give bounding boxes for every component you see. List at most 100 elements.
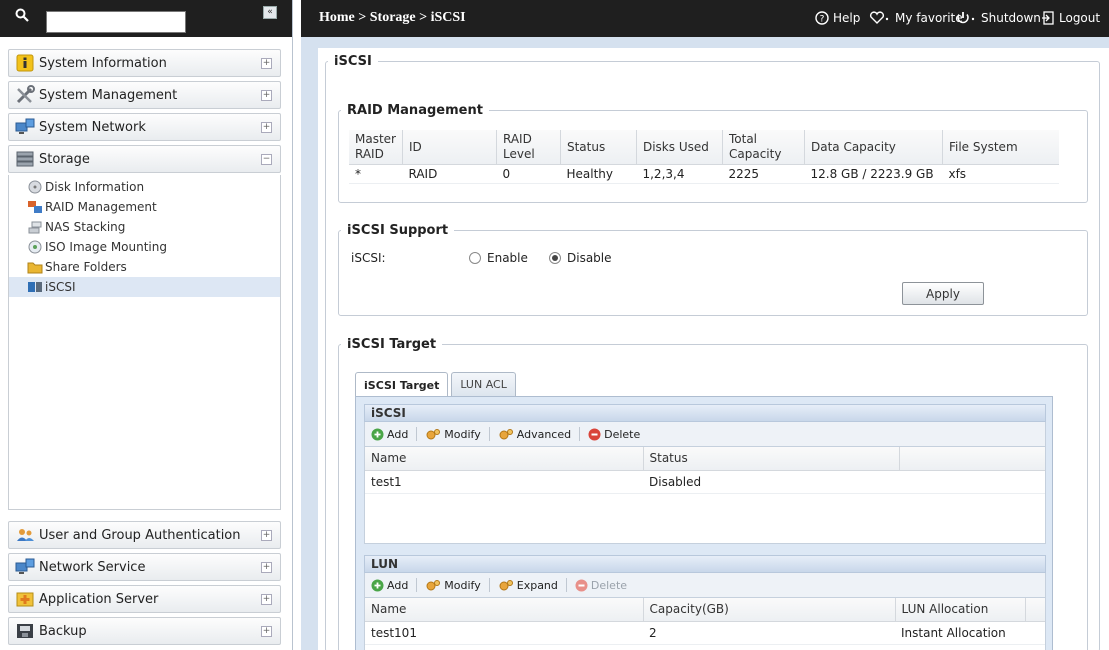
column-header[interactable]: Status [643,447,900,471]
search-input[interactable] [46,11,186,33]
sidebar-section-label: System Network [39,119,146,135]
sidebar-section-label: System Information [39,55,167,71]
sidebar-item-iscsi[interactable]: iSCSI [9,277,280,297]
sidebar-section-system-information[interactable]: System Information + [8,49,281,77]
table-cell: Healthy [560,164,637,184]
sidebar-section-label: Backup [39,623,87,639]
gear-icon [499,428,513,439]
expand-icon[interactable]: + [261,121,272,133]
sidebar-section-user-group-authentication[interactable]: User and Group Authentication + [8,521,281,549]
table-cell: RAID [402,164,497,184]
section-title: RAID Management [347,103,483,118]
delete-icon [588,428,601,440]
sidebar-item-raid-management[interactable]: RAID Management [9,197,280,217]
users-icon [17,529,34,541]
radio-label: Disable [567,251,612,265]
sidebar-section-label: Application Server [39,591,159,607]
add-lun-button[interactable]: Add [369,579,410,592]
table-cell: 1,2,3,4 [636,164,723,184]
column-header[interactable]: Status [560,130,637,165]
expand-icon[interactable]: + [261,529,272,541]
column-header[interactable]: Data Capacity [804,130,943,165]
expand-icon[interactable]: + [261,89,272,101]
help-link[interactable]: ? Help [815,11,860,25]
radio-selected-icon [549,252,561,264]
column-header[interactable]: Disks Used [636,130,723,165]
sidebar-item-disk-information[interactable]: Disk Information [9,177,280,197]
delete-target-button[interactable]: Delete [586,428,642,441]
modify-lun-button[interactable]: Modify [423,579,482,592]
add-target-button[interactable]: Add [369,428,410,441]
backup-icon [17,624,33,638]
expand-icon[interactable]: + [261,593,272,605]
table-cell: test101 [365,621,643,645]
expand-lun-button[interactable]: Expand [496,579,560,592]
column-header[interactable]: Master RAID [349,130,403,165]
tab-iscsi-target[interactable]: iSCSI Target [355,372,449,397]
table-cell: Instant Allocation [895,621,1025,645]
collapse-icon[interactable]: − [261,153,272,165]
column-header [899,447,1045,471]
apply-button[interactable]: Apply [902,282,984,305]
sidebar-section-storage[interactable]: Storage − [8,145,281,173]
collapse-sidebar-button[interactable]: « [263,6,277,19]
iscsi-target-section: iSCSI Target iSCSI Target LUN ACL iSCSI … [338,337,1088,650]
table-header-row: Name Status [365,447,1045,471]
sidebar-item-share-folders[interactable]: Share Folders [9,257,280,277]
shutdown-link[interactable]: Shutdown [955,11,1041,25]
delete-label: Delete [604,427,641,441]
sidebar-item-label: RAID Management [45,200,157,214]
main-area: iSCSI RAID Management Master RAID ID RAI… [301,37,1109,650]
sidebar-section-network-service[interactable]: Network Service + [8,553,281,581]
toolbar-separator [416,578,418,592]
iscsi-section: iSCSI RAID Management Master RAID ID RAI… [325,54,1100,650]
logout-link[interactable]: Logout [1041,11,1100,25]
sidebar-section-system-management[interactable]: System Management + [8,81,281,109]
column-header[interactable]: ID [402,130,497,165]
table-row[interactable]: test1 Disabled [365,470,1045,494]
sidebar-section-label: System Management [39,87,178,103]
tab-lun-acl[interactable]: LUN ACL [451,372,516,396]
enable-radio[interactable]: Enable [469,251,528,265]
expand-icon[interactable]: + [261,57,272,69]
column-header[interactable]: RAID Level [496,130,561,165]
search-icon[interactable] [15,8,29,22]
tools-icon [16,85,35,104]
section-title: iSCSI Support [347,223,449,238]
column-header[interactable]: LUN Allocation [895,598,1026,622]
shutdown-label: Shutdown [981,11,1041,25]
storage-icon [16,151,34,167]
column-header[interactable]: Name [365,447,644,471]
sidebar-section-system-network[interactable]: System Network + [8,113,281,141]
raid-table: Master RAID ID RAID Level Status Disks U… [349,130,1059,184]
disable-radio[interactable]: Disable [549,251,612,265]
delete-lun-button[interactable]: Delete [573,579,629,592]
table-row[interactable]: test101 2 Instant Allocation [365,621,1045,645]
sidebar-item-label: NAS Stacking [45,220,126,234]
expand-icon[interactable]: + [261,561,272,573]
help-icon: ? [815,11,829,25]
lun-toolbar: Add Modify Expand Delete [364,573,1046,597]
svg-text:?: ? [820,15,825,25]
expand-label: Expand [516,578,558,592]
expand-icon[interactable]: + [261,625,272,637]
gear-icon [499,579,513,590]
my-favorite-link[interactable]: My favorite [869,11,963,25]
sidebar-item-label: ISO Image Mounting [45,240,167,254]
toolbar-separator [416,427,418,441]
table-cell: xfs [942,164,1059,184]
column-header[interactable]: Capacity(GB) [643,598,896,622]
column-header[interactable]: File System [942,130,1059,165]
iscsi-icon [28,282,42,292]
sidebar-item-iso-image-mounting[interactable]: ISO Image Mounting [9,237,280,257]
advanced-target-button[interactable]: Advanced [496,428,573,441]
breadcrumb[interactable]: Home > Storage > iSCSI [319,10,466,26]
column-header[interactable]: Name [365,598,644,622]
modify-target-button[interactable]: Modify [423,428,482,441]
sidebar-section-application-server[interactable]: Application Server + [8,585,281,613]
sidebar-item-nas-stacking[interactable]: NAS Stacking [9,217,280,237]
table-cell [1025,621,1045,645]
table-row[interactable]: * RAID 0 Healthy 1,2,3,4 2225 12.8 GB / … [349,164,1059,184]
column-header[interactable]: Total Capacity [722,130,805,165]
sidebar-section-backup[interactable]: Backup + [8,617,281,645]
